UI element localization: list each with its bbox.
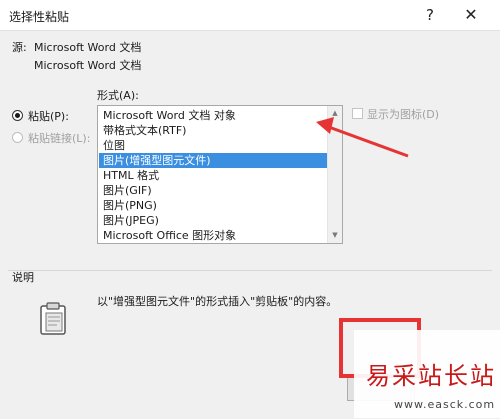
watermark-url: www.easck.com	[394, 398, 496, 411]
format-label: 形式(A):	[97, 89, 139, 102]
arrow-down-icon[interactable]: ▼	[328, 229, 342, 242]
format-list-item[interactable]: 图片(PNG)	[99, 198, 328, 213]
watermark-text: 易采站长站	[366, 362, 496, 390]
close-button[interactable]: ✕	[458, 4, 484, 26]
help-button[interactable]: ?	[417, 4, 443, 26]
format-list-item[interactable]: 图片(JPEG)	[99, 213, 328, 228]
format-list-item[interactable]: 位图	[99, 138, 328, 153]
paste-label: 粘贴(P):	[28, 110, 69, 123]
paste-link-label: 粘贴链接(L):	[28, 132, 91, 145]
clipboard-icon	[40, 302, 66, 335]
title-bar: 选择性粘贴 ? ✕	[0, 0, 500, 30]
source-line-2: Microsoft Word 文档	[34, 59, 142, 72]
window-title: 选择性粘贴	[9, 10, 70, 24]
format-list-item[interactable]: 图片(GIF)	[99, 183, 328, 198]
format-list-item[interactable]: 带格式文本(RTF)	[99, 123, 328, 138]
source-label: 源:	[12, 41, 27, 54]
format-list-item[interactable]: HTML 格式	[99, 168, 328, 183]
format-list-item[interactable]: 图片(增强型图元文件)	[99, 153, 328, 168]
divider	[8, 270, 492, 271]
watermark: 易采站长站 www.easck.com	[354, 330, 500, 418]
format-list-item[interactable]: Microsoft Word 文档 对象	[99, 108, 328, 123]
paste-link-radio[interactable]	[12, 132, 23, 143]
annotation-arrow-icon	[316, 117, 409, 158]
source-line-1: Microsoft Word 文档	[34, 41, 142, 54]
format-list-item[interactable]: Microsoft Office 图形对象	[99, 228, 328, 243]
paste-radio[interactable]	[12, 110, 23, 121]
description-text: 以"增强型图元文件"的形式插入"剪贴板"的内容。	[97, 295, 338, 308]
description-label: 说明	[12, 271, 34, 284]
